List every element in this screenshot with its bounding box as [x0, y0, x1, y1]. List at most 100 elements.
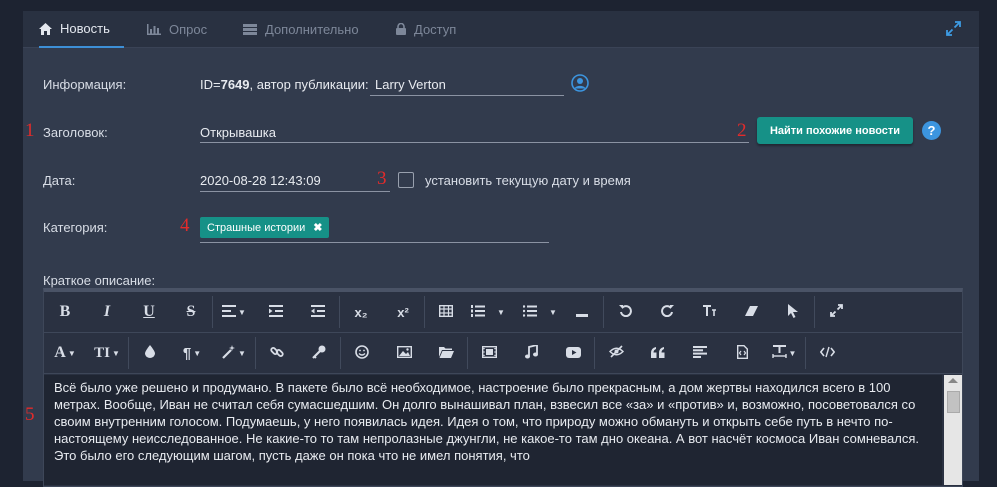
chevron-down-icon: ▼ [67, 348, 76, 358]
file-code-icon [736, 344, 748, 362]
tab-poll[interactable]: Опрос [147, 11, 207, 47]
page-layout-dropdown[interactable]: ▼ [763, 337, 806, 369]
hide-button[interactable] [298, 337, 341, 369]
find-similar-news-button[interactable]: Найти похожие новости [757, 117, 913, 144]
author-text: , автор публикации: [249, 77, 369, 92]
indent-icon [269, 304, 283, 320]
title-input-underline [200, 142, 749, 143]
subscript-button[interactable]: x₂ [340, 296, 382, 328]
paragraph-dropdown[interactable]: ¶ ▼ [171, 337, 213, 369]
date-input[interactable]: 2020-08-28 12:43:09 [200, 173, 321, 188]
tab-news[interactable]: Новость [39, 11, 124, 48]
title-label: Заголовок: [43, 125, 108, 140]
text-height-icon [702, 304, 716, 320]
chevron-down-icon: ▼ [238, 348, 246, 358]
smile-icon [355, 344, 369, 362]
undo-icon [618, 304, 632, 320]
publication-id: 7649 [220, 77, 250, 92]
remove-tag-icon[interactable]: ✖ [313, 221, 322, 234]
text-format-button[interactable] [688, 296, 730, 328]
set-current-date-checkbox[interactable] [398, 172, 414, 188]
author-field-underline [370, 95, 564, 96]
source-code-button[interactable] [806, 337, 848, 369]
cursor-icon [787, 303, 799, 321]
fullscreen-button[interactable] [815, 296, 857, 328]
eraser-icon [744, 304, 759, 320]
paragraph-icon: ¶ [182, 344, 192, 362]
youtube-button[interactable] [552, 337, 595, 369]
font-size-dropdown[interactable]: TI ▼ [86, 337, 129, 369]
lock-icon [396, 23, 406, 35]
quote-button[interactable] [637, 337, 679, 369]
chevron-down-icon: ▼ [111, 348, 120, 358]
align-left-icon [693, 345, 707, 361]
editor-toolbar-row-2: A ▼ TI ▼ ¶ ▼ ▼ ▼ [44, 333, 962, 374]
text-color-button[interactable] [129, 337, 171, 369]
ordered-list-dropdown[interactable]: ▼ [467, 296, 509, 328]
magic-wand-icon [222, 344, 236, 362]
date-input-underline [200, 191, 390, 192]
audio-button[interactable] [510, 337, 552, 369]
category-label: Категория: [43, 220, 108, 235]
info-label: Информация: [43, 77, 127, 92]
rich-text-editor: B I U S ▼ x₂ x² ▼ ▼ A ▼ TI ▼ ¶ ▼ ▼ ▼ Всё… [43, 288, 963, 487]
tab-additional[interactable]: Дополнительно [243, 11, 359, 47]
indent-button[interactable] [255, 296, 297, 328]
user-circle-icon[interactable] [571, 74, 589, 95]
outdent-button[interactable] [297, 296, 340, 328]
font-family-dropdown[interactable]: A ▼ [44, 337, 86, 369]
strikethrough-button[interactable]: S [170, 296, 213, 328]
emoji-button[interactable] [341, 337, 383, 369]
link-button[interactable] [256, 337, 298, 369]
undo-button[interactable] [604, 296, 646, 328]
eye-slash-icon [608, 345, 624, 361]
horizontal-rule-button[interactable] [561, 296, 604, 328]
tab-label: Опрос [169, 21, 208, 37]
redo-button[interactable] [646, 296, 688, 328]
news-edit-panel: Новость Опрос Дополнительно Доступ Инфор… [23, 11, 979, 487]
chevron-down-icon: ▼ [788, 348, 797, 358]
expand-icon[interactable] [946, 21, 961, 39]
author-field[interactable]: Larry Verton [375, 77, 446, 92]
ordered-list-icon [471, 304, 486, 320]
set-current-date-label[interactable]: установить текущую дату и время [425, 173, 631, 188]
bold-button[interactable]: B [44, 296, 86, 328]
spoiler-button[interactable] [595, 337, 637, 369]
redo-icon [660, 304, 674, 320]
help-icon[interactable]: ? [922, 121, 941, 140]
chevron-down-icon: ▼ [238, 307, 246, 317]
minus-icon [576, 304, 588, 320]
code-block-button[interactable] [679, 337, 721, 369]
select-all-button[interactable] [772, 296, 815, 328]
category-tag[interactable]: Страшные истории ✖ [200, 217, 329, 238]
category-input-underline[interactable] [200, 242, 549, 243]
upload-button[interactable] [425, 337, 468, 369]
page-break-button[interactable] [721, 337, 763, 369]
align-dropdown[interactable]: ▼ [213, 296, 255, 328]
clear-formatting-button[interactable] [730, 296, 772, 328]
annotation-3: 3 [377, 168, 387, 189]
tab-bar: Новость Опрос Дополнительно Доступ [23, 11, 979, 48]
scroll-up-icon[interactable] [948, 378, 958, 383]
outdent-icon [311, 304, 325, 320]
annotation-2: 2 [737, 120, 747, 141]
server-icon [243, 23, 257, 35]
table-icon [438, 304, 454, 320]
superscript-button[interactable]: x² [382, 296, 425, 328]
scroll-thumb[interactable] [947, 391, 960, 413]
image-button[interactable] [383, 337, 425, 369]
tab-access[interactable]: Доступ [396, 11, 456, 47]
editor-scrollbar[interactable] [944, 375, 962, 485]
video-button[interactable] [468, 337, 510, 369]
underline-button[interactable]: U [128, 296, 170, 328]
tab-label: Дополнительно [265, 21, 359, 37]
chevron-down-icon: ▼ [549, 307, 557, 317]
droplet-icon [145, 345, 155, 361]
table-button[interactable] [425, 296, 467, 328]
category-tag-label: Страшные истории [207, 221, 306, 234]
italic-button[interactable]: I [86, 296, 128, 328]
unordered-list-dropdown[interactable]: ▼ [519, 296, 561, 328]
editor-content[interactable]: Всё было уже решено и продумано. В пакет… [44, 375, 942, 485]
magic-format-dropdown[interactable]: ▼ [213, 337, 256, 369]
title-input[interactable]: Открывашка [200, 125, 276, 140]
